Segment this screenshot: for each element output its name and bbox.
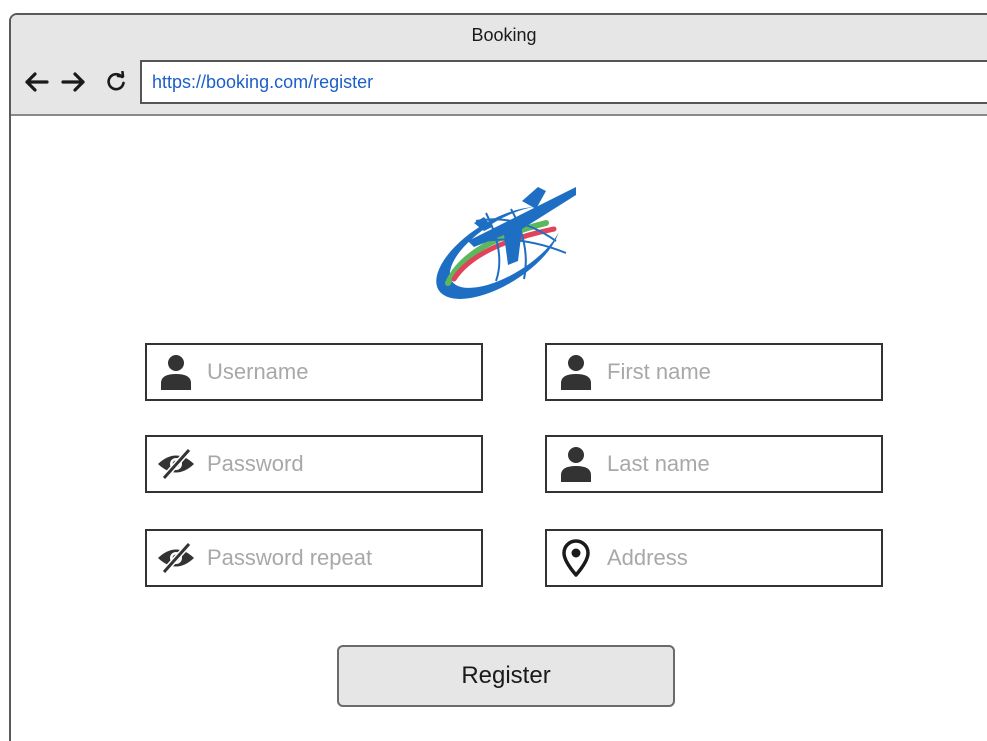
url-input[interactable]: https://booking.com/register [140, 60, 987, 104]
first-name-field[interactable]: First name [545, 343, 883, 401]
user-icon [551, 437, 601, 491]
url-text: https://booking.com/register [152, 71, 374, 92]
last-name-field[interactable]: Last name [545, 435, 883, 493]
address-placeholder: Address [607, 545, 688, 570]
last-name-placeholder: Last name [607, 451, 710, 476]
map-pin-icon [551, 531, 601, 585]
username-placeholder: Username [207, 359, 309, 384]
arrow-right-icon[interactable] [59, 67, 89, 97]
browser-window: Booking https://booking.com/register Use… [9, 13, 987, 741]
reload-icon[interactable] [101, 67, 131, 97]
register-button[interactable]: Register [337, 645, 675, 707]
page-content: Username First name Password Last name P… [11, 118, 987, 741]
password-field[interactable]: Password [145, 435, 483, 493]
eye-slash-icon [151, 437, 201, 491]
first-name-placeholder: First name [607, 359, 711, 384]
password-repeat-field[interactable]: Password repeat [145, 529, 483, 587]
browser-chrome: Booking https://booking.com/register [11, 15, 987, 116]
password-placeholder: Password [207, 451, 304, 476]
airplane-globe-logo [426, 183, 586, 303]
user-icon [151, 345, 201, 399]
username-field[interactable]: Username [145, 343, 483, 401]
address-field[interactable]: Address [545, 529, 883, 587]
password-repeat-placeholder: Password repeat [207, 545, 373, 570]
window-title: Booking [471, 25, 537, 45]
arrow-left-icon[interactable] [21, 67, 51, 97]
eye-slash-icon [151, 531, 201, 585]
user-icon [551, 345, 601, 399]
